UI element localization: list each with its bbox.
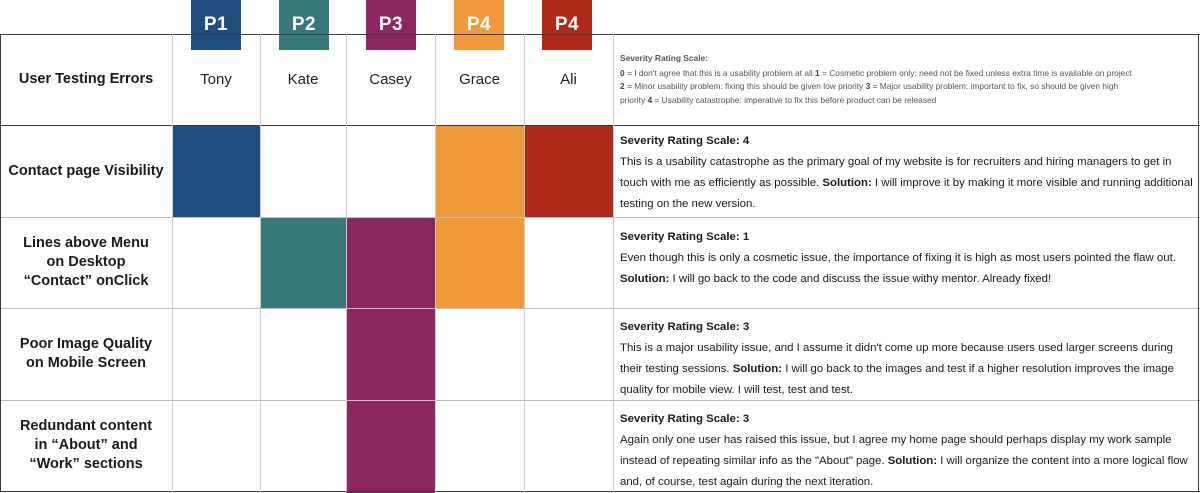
participant-name-ali: Ali (560, 71, 577, 88)
row-divider-1 (0, 217, 1200, 218)
row-divider-2 (0, 308, 1200, 309)
issue-description: Severity Rating Scale: 3 Again only one … (620, 409, 1196, 493)
col-divider-6 (613, 34, 614, 492)
issue-description: Severity Rating Scale: 1 Even though thi… (620, 227, 1196, 290)
severity-scale-legend: Severity Rating Scale: 0 = I don't agree… (620, 52, 1195, 107)
issue-cell-tony-contact (172, 125, 260, 217)
participant-name-kate: Kate (287, 71, 319, 88)
issue-label-contact-visibility: Contact page Visibility (8, 162, 164, 179)
severity-scale-line: 0 = I don't agree that this is a usabili… (620, 68, 1132, 79)
participant-name-grace: Grace (459, 71, 500, 88)
header-row-divider (0, 125, 1200, 126)
issue-label-redundant-content: Redundant content in “About” and “Work” … (19, 418, 153, 472)
table-right-border (1198, 34, 1199, 492)
issue-label-menu-lines: Lines above Menu on Desktop “Contact” on… (23, 235, 149, 289)
participant-name-tony: Tony (200, 71, 232, 88)
severity-scale-title: Severity Rating Scale: (620, 53, 708, 63)
issue-description: Severity Rating Scale: 3 This is a major… (620, 317, 1196, 401)
issue-severity-title: Severity Rating Scale: 3 (620, 321, 750, 333)
participant-name-casey: Casey (369, 71, 412, 88)
issue-description: Severity Rating Scale: 4 This is a usabi… (620, 131, 1196, 215)
issue-severity-title: Severity Rating Scale: 3 (620, 413, 750, 425)
severity-scale-line: 2 = Minor usability problem: fixing this… (620, 81, 1119, 92)
issue-cell-kate-lines (260, 217, 346, 308)
header-label: User Testing Errors (18, 71, 154, 87)
issue-severity-title: Severity Rating Scale: 1 (620, 231, 750, 243)
issue-label-image-quality: Poor Image Quality on Mobile Screen (19, 336, 153, 371)
issue-cell-casey (346, 217, 435, 493)
severity-scale-line: priority 4 = Usability catastrophe: impe… (620, 94, 937, 105)
issue-severity-title: Severity Rating Scale: 4 (620, 135, 750, 147)
issue-cell-ali-contact (524, 125, 613, 217)
